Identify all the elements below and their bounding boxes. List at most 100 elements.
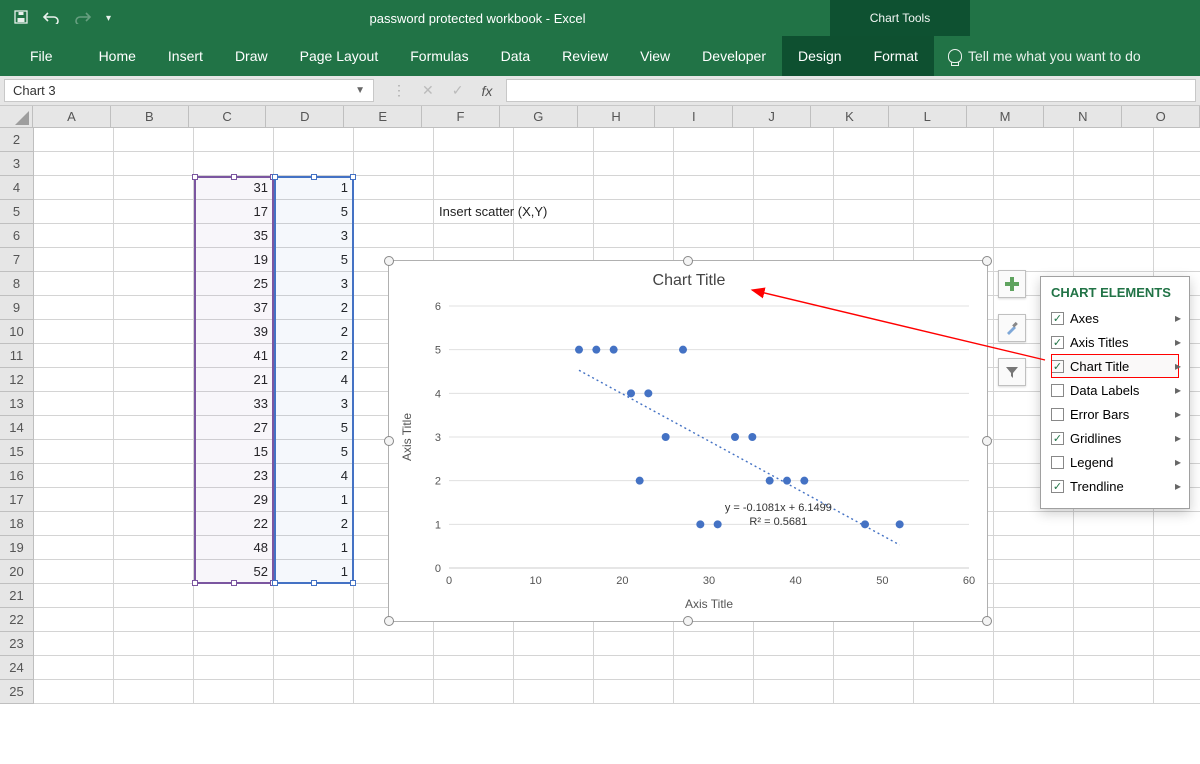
cell[interactable] bbox=[1154, 224, 1200, 248]
cell[interactable]: 5 bbox=[274, 440, 354, 464]
cell[interactable] bbox=[354, 632, 434, 656]
cell[interactable]: Insert scatter (X,Y) bbox=[434, 200, 514, 224]
row-header[interactable]: 15 bbox=[0, 440, 34, 464]
tab-view[interactable]: View bbox=[624, 36, 686, 76]
cell[interactable] bbox=[994, 128, 1074, 152]
chart-element-option[interactable]: Legend▸ bbox=[1051, 450, 1179, 474]
cell[interactable] bbox=[34, 560, 114, 584]
fx-enter-icon[interactable]: ✓ bbox=[452, 82, 464, 99]
cell[interactable] bbox=[514, 632, 594, 656]
cell[interactable] bbox=[274, 128, 354, 152]
cell[interactable] bbox=[354, 176, 434, 200]
cell[interactable] bbox=[34, 656, 114, 680]
cell[interactable] bbox=[754, 152, 834, 176]
cell[interactable]: 37 bbox=[194, 296, 274, 320]
cell[interactable] bbox=[594, 200, 674, 224]
fx-cancel-icon[interactable]: ✕ bbox=[422, 82, 434, 99]
cell[interactable] bbox=[674, 152, 754, 176]
cell[interactable] bbox=[1154, 656, 1200, 680]
cell[interactable] bbox=[914, 128, 994, 152]
cell[interactable] bbox=[1074, 656, 1154, 680]
cell[interactable] bbox=[434, 656, 514, 680]
row-header[interactable]: 20 bbox=[0, 560, 34, 584]
cell[interactable]: 23 bbox=[194, 464, 274, 488]
row-header[interactable]: 3 bbox=[0, 152, 34, 176]
cell[interactable] bbox=[594, 128, 674, 152]
cell[interactable] bbox=[914, 632, 994, 656]
cell[interactable]: 35 bbox=[194, 224, 274, 248]
cell[interactable] bbox=[1154, 200, 1200, 224]
cell[interactable]: 2 bbox=[274, 512, 354, 536]
chevron-right-icon[interactable]: ▸ bbox=[1175, 431, 1181, 445]
cell[interactable] bbox=[1074, 512, 1154, 536]
cell[interactable] bbox=[34, 536, 114, 560]
cell[interactable] bbox=[834, 680, 914, 704]
col-header[interactable]: A bbox=[33, 106, 111, 127]
cell[interactable] bbox=[674, 200, 754, 224]
col-header[interactable]: G bbox=[500, 106, 578, 127]
row-header[interactable]: 12 bbox=[0, 368, 34, 392]
cell[interactable] bbox=[114, 176, 194, 200]
cell[interactable] bbox=[994, 248, 1074, 272]
cell[interactable] bbox=[114, 296, 194, 320]
cell[interactable] bbox=[754, 680, 834, 704]
cell[interactable] bbox=[114, 656, 194, 680]
chart-element-option[interactable]: ✓Axis Titles▸ bbox=[1051, 330, 1179, 354]
chevron-right-icon[interactable]: ▸ bbox=[1175, 383, 1181, 397]
cell[interactable]: 17 bbox=[194, 200, 274, 224]
cell[interactable] bbox=[1074, 680, 1154, 704]
cell[interactable]: 33 bbox=[194, 392, 274, 416]
tab-file[interactable]: File bbox=[0, 36, 83, 76]
cell[interactable] bbox=[674, 656, 754, 680]
cell[interactable] bbox=[114, 224, 194, 248]
chevron-right-icon[interactable]: ▸ bbox=[1175, 407, 1181, 421]
cell[interactable] bbox=[434, 224, 514, 248]
cell[interactable] bbox=[114, 368, 194, 392]
chart-element-option[interactable]: ✓Axes▸ bbox=[1051, 306, 1179, 330]
row-header[interactable]: 6 bbox=[0, 224, 34, 248]
cell[interactable] bbox=[834, 632, 914, 656]
col-header[interactable]: D bbox=[266, 106, 344, 127]
select-all-corner[interactable] bbox=[0, 106, 33, 127]
col-header[interactable]: C bbox=[189, 106, 267, 127]
col-header[interactable]: K bbox=[811, 106, 889, 127]
tab-draw[interactable]: Draw bbox=[219, 36, 284, 76]
cell[interactable] bbox=[34, 320, 114, 344]
cell[interactable] bbox=[514, 176, 594, 200]
cell[interactable] bbox=[834, 176, 914, 200]
cell[interactable] bbox=[1154, 128, 1200, 152]
cell[interactable] bbox=[1074, 248, 1154, 272]
cell[interactable] bbox=[114, 416, 194, 440]
cell[interactable] bbox=[114, 608, 194, 632]
cell[interactable]: 1 bbox=[274, 488, 354, 512]
chart-element-option[interactable]: ✓Trendline▸ bbox=[1051, 474, 1179, 498]
cell[interactable] bbox=[34, 416, 114, 440]
row-header[interactable]: 14 bbox=[0, 416, 34, 440]
row-header[interactable]: 10 bbox=[0, 320, 34, 344]
cell[interactable] bbox=[114, 488, 194, 512]
checkbox-icon[interactable] bbox=[1051, 384, 1064, 397]
checkbox-icon[interactable] bbox=[1051, 408, 1064, 421]
cell[interactable] bbox=[994, 176, 1074, 200]
cell[interactable] bbox=[994, 656, 1074, 680]
cell[interactable] bbox=[114, 512, 194, 536]
cell[interactable] bbox=[34, 248, 114, 272]
cell[interactable]: 25 bbox=[194, 272, 274, 296]
cell[interactable] bbox=[274, 656, 354, 680]
chart-styles-button[interactable] bbox=[998, 314, 1026, 342]
cell[interactable] bbox=[1074, 632, 1154, 656]
cell[interactable] bbox=[514, 200, 594, 224]
worksheet[interactable]: 2343115175Insert scatter (X,Y)6353719582… bbox=[0, 128, 1200, 764]
cell[interactable] bbox=[994, 584, 1074, 608]
cell[interactable] bbox=[34, 296, 114, 320]
cell[interactable] bbox=[1074, 608, 1154, 632]
save-icon[interactable] bbox=[14, 10, 28, 27]
cell[interactable] bbox=[674, 680, 754, 704]
cell[interactable] bbox=[114, 320, 194, 344]
cell[interactable] bbox=[754, 224, 834, 248]
tab-developer[interactable]: Developer bbox=[686, 36, 782, 76]
cell[interactable] bbox=[994, 560, 1074, 584]
row-header[interactable]: 9 bbox=[0, 296, 34, 320]
cell[interactable]: 2 bbox=[274, 320, 354, 344]
tab-format[interactable]: Format bbox=[858, 36, 934, 76]
